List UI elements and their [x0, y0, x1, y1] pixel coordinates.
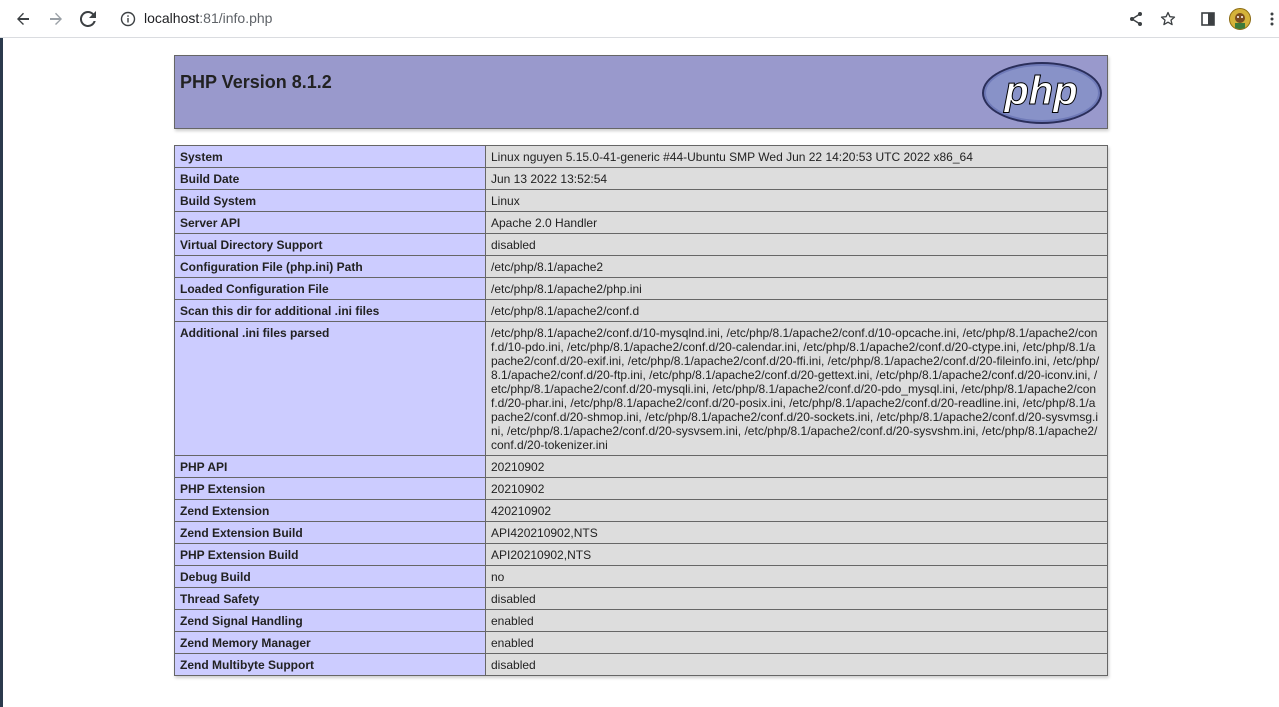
phpinfo-content: PHP Version 8.1.2 php System Linux nguyen… [174, 55, 1108, 676]
forward-arrow-icon[interactable] [44, 7, 68, 31]
row-label: Build System [174, 189, 486, 212]
row-value: 420210902 [485, 499, 1108, 522]
row-value: enabled [485, 631, 1108, 654]
row-label: System [174, 145, 486, 168]
row-value: 20210902 [485, 455, 1108, 478]
table-row: Zend Multibyte Support disabled [174, 653, 1108, 676]
table-row: Virtual Directory Support disabled [174, 233, 1108, 256]
row-label: Zend Extension Build [174, 521, 486, 544]
row-label: Debug Build [174, 565, 486, 588]
table-row: PHP Extension 20210902 [174, 477, 1108, 500]
side-panel-icon[interactable] [1196, 7, 1220, 31]
table-row: Server API Apache 2.0 Handler [174, 211, 1108, 234]
row-value: 20210902 [485, 477, 1108, 500]
row-label: Additional .ini files parsed [174, 321, 486, 456]
row-value: Apache 2.0 Handler [485, 211, 1108, 234]
row-label: Loaded Configuration File [174, 277, 486, 300]
table-row: Zend Extension 420210902 [174, 499, 1108, 522]
window-edge [0, 38, 3, 707]
url-text[interactable]: localhost:81/info.php [144, 10, 272, 26]
row-value: API420210902,NTS [485, 521, 1108, 544]
back-arrow-icon[interactable] [11, 7, 35, 31]
table-row: PHP Extension Build API20210902,NTS [174, 543, 1108, 566]
table-row: Additional .ini files parsed/etc/php/8.1… [174, 321, 1108, 456]
row-value: /etc/php/8.1/apache2/conf.d/10-mysqlnd.i… [485, 321, 1108, 456]
star-icon[interactable] [1156, 7, 1180, 31]
row-value: Jun 13 2022 13:52:54 [485, 167, 1108, 190]
table-row: Zend Signal Handling enabled [174, 609, 1108, 632]
table-row: Thread Safety disabled [174, 587, 1108, 610]
row-value: enabled [485, 609, 1108, 632]
row-value: Linux nguyen 5.15.0-41-generic #44-Ubunt… [485, 145, 1108, 168]
row-value: /etc/php/8.1/apache2/php.ini [485, 277, 1108, 300]
row-label: Scan this dir for additional .ini files [174, 299, 486, 322]
table-row: System Linux nguyen 5.15.0-41-generic #44… [174, 145, 1108, 168]
kebab-menu-icon[interactable] [1260, 7, 1279, 31]
address-bar[interactable]: localhost:81/info.php [112, 5, 1124, 33]
row-label: PHP Extension [174, 477, 486, 500]
row-label: Build Date [174, 167, 486, 190]
row-value: disabled [485, 233, 1108, 256]
avatar[interactable] [1229, 8, 1251, 30]
info-icon[interactable] [120, 11, 136, 27]
version-header: PHP Version 8.1.2 php [174, 55, 1108, 129]
table-row: Scan this dir for additional .ini files /… [174, 299, 1108, 322]
table-row: Configuration File (php.ini) Path/etc/ph… [174, 255, 1108, 278]
table-row: Build System Linux [174, 189, 1108, 212]
row-value: disabled [485, 653, 1108, 676]
page-title: PHP Version 8.1.2 [180, 72, 332, 92]
row-label: Zend Signal Handling [174, 609, 486, 632]
row-value: disabled [485, 587, 1108, 610]
table-row: Debug Build no [174, 565, 1108, 588]
share-icon[interactable] [1124, 7, 1148, 31]
row-value: Linux [485, 189, 1108, 212]
table-row: Build Date Jun 13 2022 13:52:54 [174, 167, 1108, 190]
row-label: Server API [174, 211, 486, 234]
url-path: :81/info.php [199, 10, 273, 26]
url-host: localhost [144, 10, 200, 26]
table-row: Zend Memory Manager enabled [174, 631, 1108, 654]
row-label: Thread Safety [174, 587, 486, 610]
row-label: PHP API [174, 455, 486, 478]
row-value: /etc/php/8.1/apache2 [485, 255, 1108, 278]
row-value: /etc/php/8.1/apache2/conf.d [485, 299, 1108, 322]
php-logo-text: php [1003, 69, 1077, 113]
browser-toolbar: localhost:81/info.php [0, 0, 1279, 38]
row-label: Virtual Directory Support [174, 233, 486, 256]
row-value: API20210902,NTS [485, 543, 1108, 566]
row-label: Zend Multibyte Support [174, 653, 486, 676]
row-value: no [485, 565, 1108, 588]
row-label: PHP Extension Build [174, 543, 486, 566]
row-label: Zend Extension [174, 499, 486, 522]
table-row: Zend Extension Build API420210902,NTS [174, 521, 1108, 544]
row-label: Zend Memory Manager [174, 631, 486, 654]
table-row: Loaded Configuration File/etc/php/8.1/ap… [174, 277, 1108, 300]
reload-icon[interactable] [76, 7, 100, 31]
table-row: PHP API 20210902 [174, 455, 1108, 478]
php-logo[interactable]: php [981, 60, 1103, 131]
row-label: Configuration File (php.ini) Path [174, 255, 486, 278]
php-info-table: System Linux nguyen 5.15.0-41-generic #44… [174, 145, 1108, 676]
